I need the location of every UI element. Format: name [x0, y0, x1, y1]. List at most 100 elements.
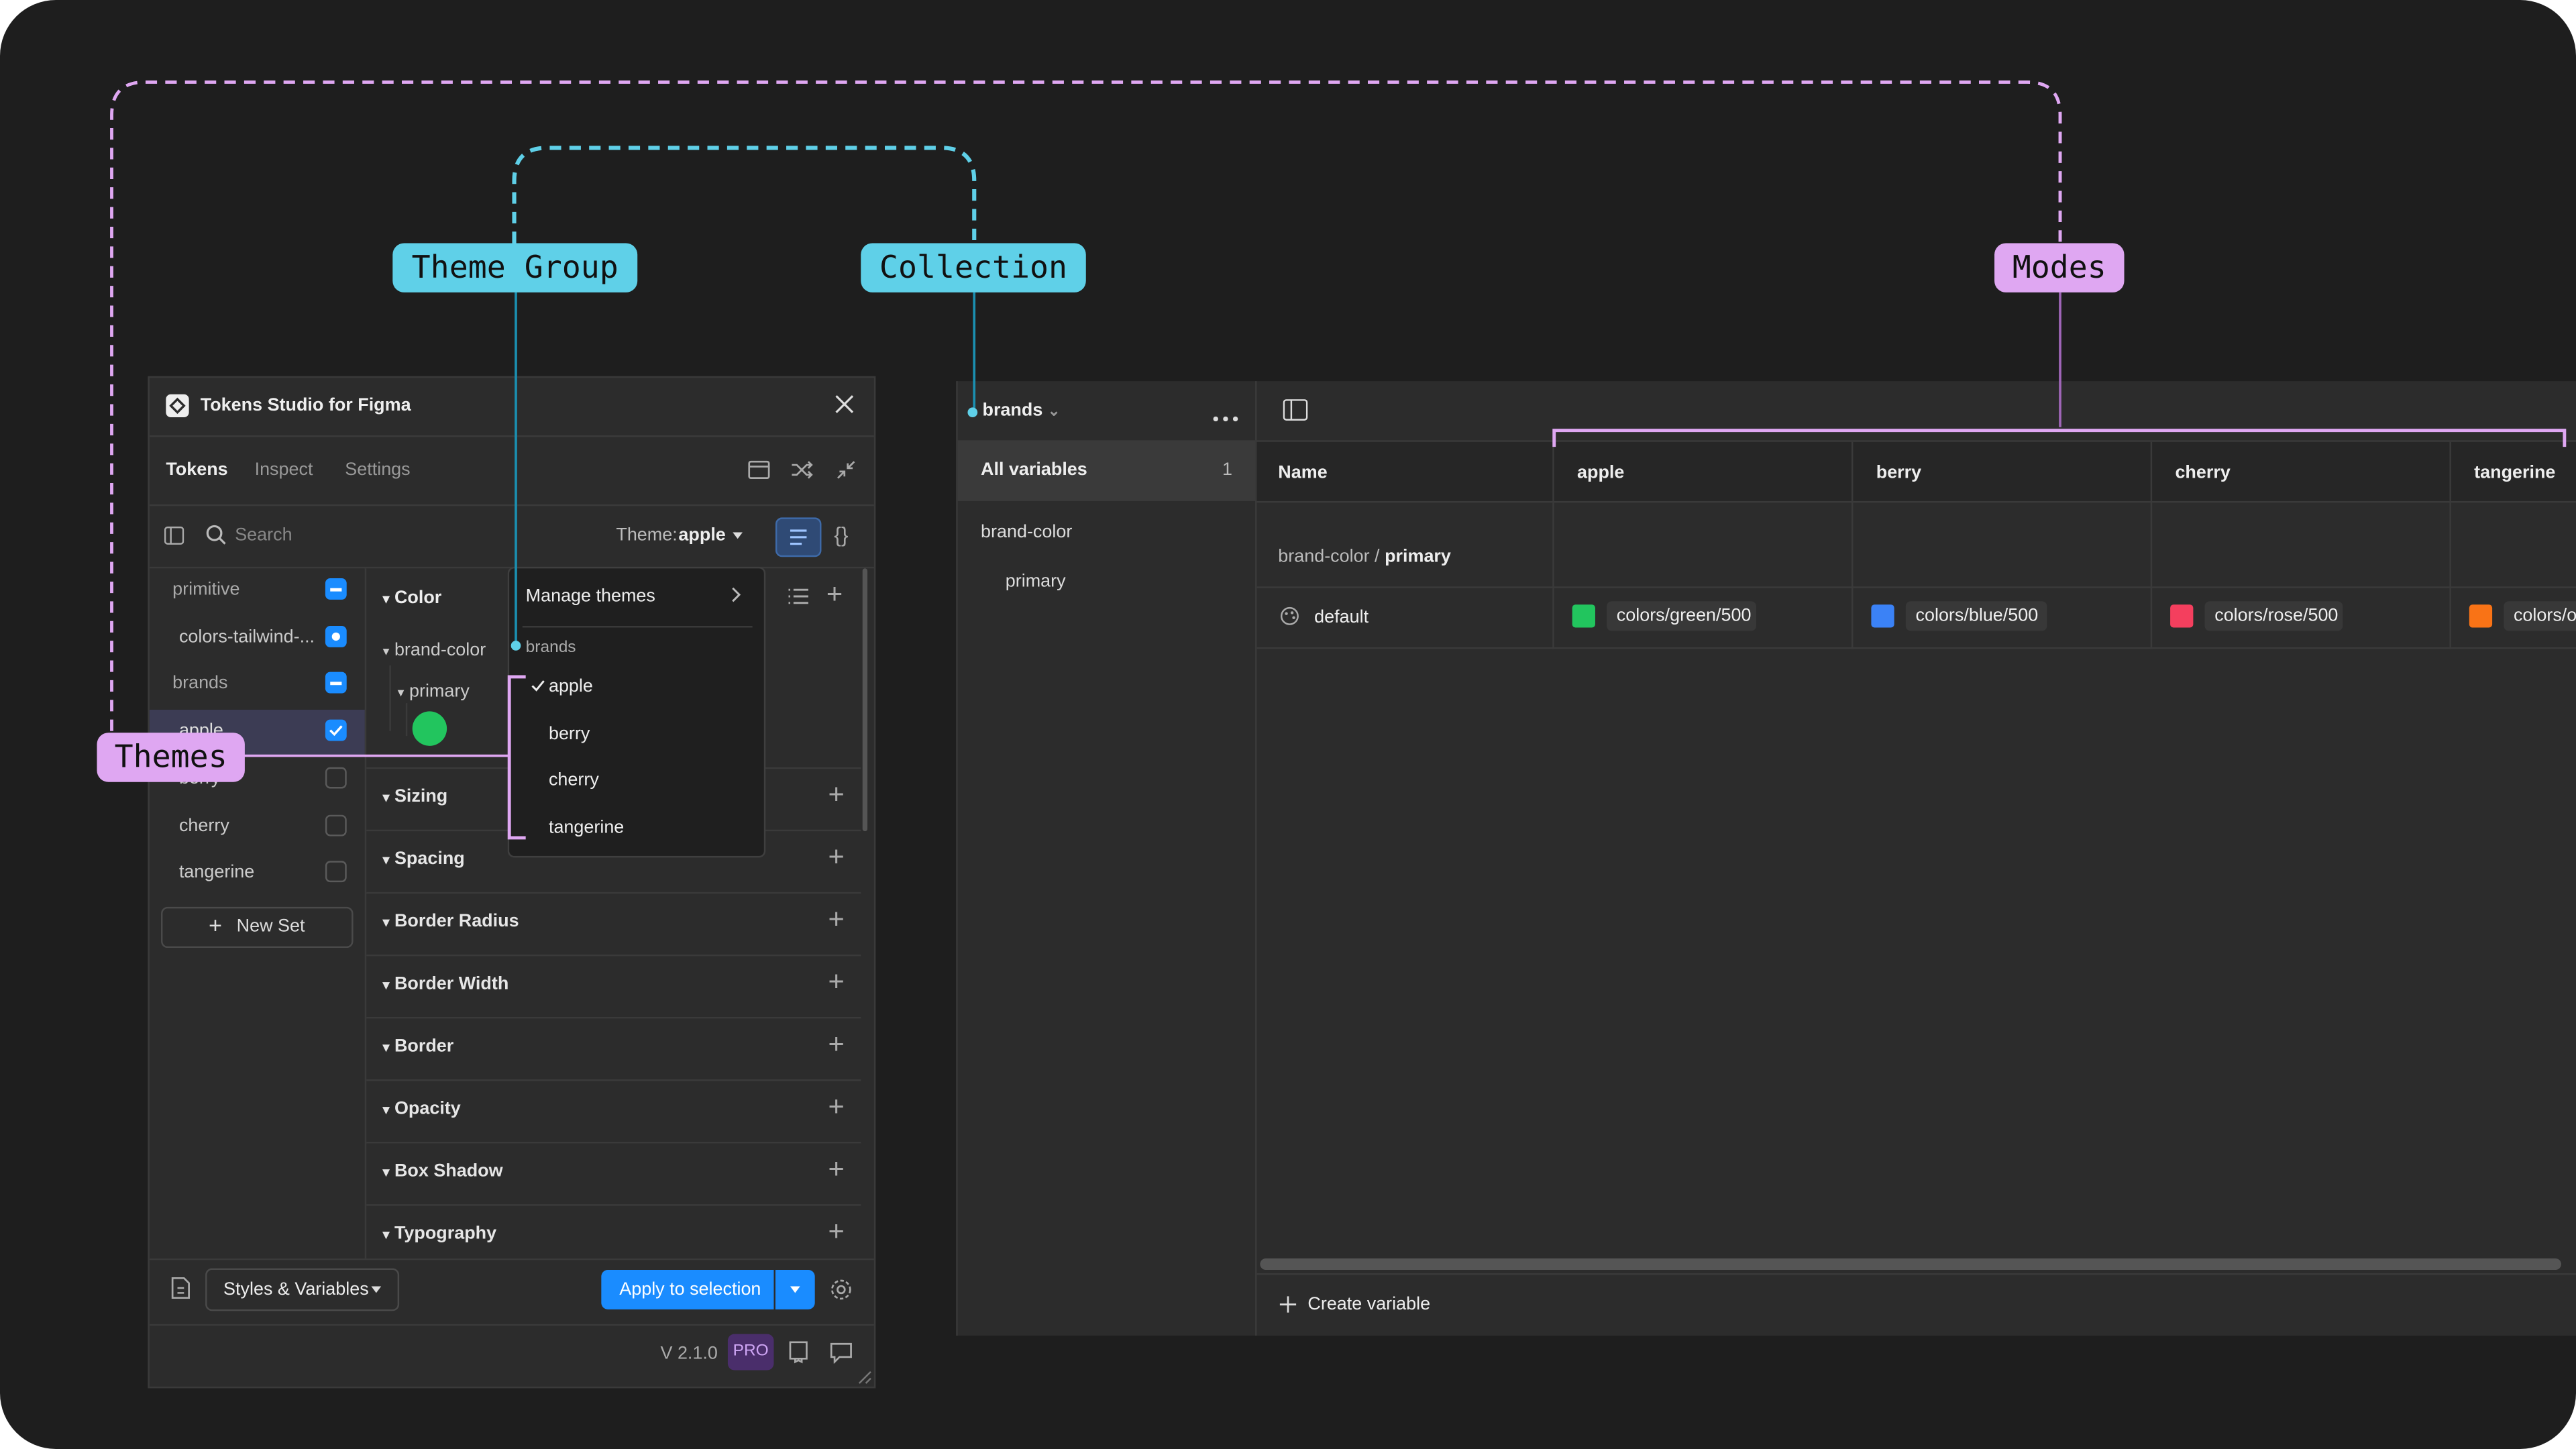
collection-selector[interactable]: brands ⌄ — [982, 401, 1060, 421]
value-alias-tangerine[interactable]: colors/orange/500 — [2504, 601, 2576, 631]
set-berry-checkbox[interactable] — [325, 767, 347, 789]
new-set-label: New Set — [236, 916, 305, 936]
value-swatch-cherry — [2170, 604, 2194, 628]
chevron-down-icon[interactable] — [733, 532, 743, 539]
tab-settings[interactable]: Settings — [345, 460, 410, 480]
set-brands-checkbox[interactable] — [325, 672, 347, 694]
list-view-button[interactable] — [775, 517, 822, 557]
section-typography[interactable]: ▾ Typography + — [366, 1204, 861, 1260]
breadcrumb: brand-color / primary — [1278, 547, 1451, 567]
scrollbar[interactable] — [862, 568, 868, 832]
section-box-shadow[interactable]: ▾ Box Shadow + — [366, 1142, 861, 1204]
column-mode-tangerine[interactable]: tangerine — [2474, 464, 2555, 483]
theme-dropdown: Manage themes brands apple berry cherry … — [507, 566, 766, 858]
section-border-radius[interactable]: ▾ Border Radius + — [366, 892, 861, 955]
apply-caret-icon — [790, 1286, 800, 1293]
add-typography-icon[interactable]: + — [828, 1216, 844, 1248]
set-tangerine[interactable]: tangerine — [179, 863, 254, 882]
section-color[interactable]: ▾ Color — [383, 588, 442, 608]
styles-variables-label: Styles & Variables — [223, 1279, 369, 1300]
column-mode-berry[interactable]: berry — [1876, 464, 1921, 483]
all-variables-label: All variables — [981, 460, 1087, 480]
column-mode-cherry[interactable]: cherry — [2175, 464, 2230, 483]
search-input[interactable]: Search — [235, 526, 292, 545]
column-mode-apple[interactable]: apple — [1577, 464, 1624, 483]
tab-inspect[interactable]: Inspect — [255, 460, 313, 480]
variable-default[interactable]: default — [1314, 608, 1368, 627]
gear-icon[interactable] — [830, 1278, 853, 1301]
callout-themes: Themes — [97, 733, 245, 782]
callout-modes: Modes — [1994, 243, 2125, 292]
set-apple-checkbox[interactable] — [325, 719, 347, 741]
add-box-shadow-icon[interactable]: + — [828, 1153, 844, 1186]
callout-collection: Collection — [861, 243, 1086, 292]
set-cherry-checkbox[interactable] — [325, 814, 347, 837]
group-primary-item[interactable]: primary — [1006, 572, 1066, 591]
add-border-icon[interactable]: + — [828, 1028, 844, 1061]
value-alias-berry[interactable]: colors/blue/500 — [1905, 601, 2047, 631]
set-cherry[interactable]: cherry — [179, 816, 229, 836]
add-border-radius-icon[interactable]: + — [828, 904, 844, 936]
all-variables-count: 1 — [1222, 460, 1233, 480]
plus-icon — [1279, 1296, 1297, 1313]
feedback-icon[interactable] — [830, 1340, 853, 1364]
set-tangerine-checkbox[interactable] — [325, 861, 347, 883]
plugin-header: Tokens Studio for Figma — [149, 378, 874, 437]
book-icon[interactable] — [789, 1340, 808, 1364]
tab-tokens[interactable]: Tokens — [166, 460, 227, 480]
theme-option-tangerine[interactable]: tangerine — [549, 818, 624, 838]
section-border-width[interactable]: ▾ Border Width + — [366, 954, 861, 1017]
color-token-swatch[interactable] — [412, 711, 447, 746]
app-logo-icon — [166, 394, 189, 418]
apply-options-button[interactable] — [775, 1270, 815, 1309]
close-icon[interactable] — [833, 392, 856, 415]
list-icon[interactable] — [787, 585, 810, 608]
group-brand-color-item[interactable]: brand-color — [981, 523, 1072, 542]
group-primary[interactable]: ▾ primary — [398, 682, 470, 701]
new-set-button[interactable]: + New Set — [161, 906, 354, 949]
theme-label: Theme: — [616, 525, 678, 546]
group-brand-color[interactable]: ▾ brand-color — [383, 641, 486, 660]
checkmark-icon — [531, 678, 545, 693]
set-colors-tailwind[interactable]: colors-tailwind-... — [179, 628, 315, 647]
value-alias-apple[interactable]: colors/green/500 — [1607, 601, 1756, 631]
value-alias-cherry[interactable]: colors/rose/500 — [2204, 601, 2343, 631]
more-icon[interactable] — [1212, 407, 1238, 422]
palette-icon — [1280, 606, 1299, 626]
plus-icon: + — [209, 912, 223, 938]
theme-option-apple[interactable]: apple — [549, 677, 593, 696]
window-icon[interactable] — [747, 458, 770, 481]
add-spacing-icon[interactable]: + — [828, 841, 844, 874]
theme-selector[interactable]: apple — [678, 526, 725, 545]
shuffle-icon[interactable] — [790, 458, 813, 481]
add-color-icon[interactable]: + — [826, 578, 843, 611]
manage-themes-item[interactable]: Manage themes — [526, 586, 655, 606]
section-border[interactable]: ▾ Border + — [366, 1016, 861, 1079]
styles-variables-dropdown[interactable]: Styles & Variables — [205, 1268, 400, 1311]
column-name: Name — [1278, 463, 1328, 483]
add-border-width-icon[interactable]: + — [828, 966, 844, 999]
apply-to-selection-button[interactable]: Apply to selection — [601, 1270, 774, 1309]
sidebar-toggle-icon[interactable] — [164, 526, 184, 545]
json-view-icon[interactable]: {} — [826, 521, 856, 550]
section-opacity[interactable]: ▾ Opacity + — [366, 1079, 861, 1142]
plugin-title: Tokens Studio for Figma — [200, 396, 411, 416]
horizontal-scrollbar[interactable] — [1260, 1258, 2561, 1271]
canvas: Theme Group Collection Modes Themes Toke… — [0, 0, 2576, 1449]
all-variables-item[interactable]: All variables 1 — [957, 440, 1256, 501]
value-swatch-berry — [1871, 604, 1894, 628]
theme-option-berry[interactable]: berry — [549, 724, 590, 744]
set-primitive-checkbox[interactable] — [325, 578, 347, 600]
panel-toggle-icon[interactable] — [1283, 399, 1308, 421]
resize-handle-icon[interactable] — [857, 1370, 872, 1385]
search-icon — [205, 524, 227, 545]
set-primitive[interactable]: primitive — [172, 580, 239, 599]
create-variable-button[interactable]: Create variable — [1307, 1295, 1430, 1314]
add-sizing-icon[interactable]: + — [828, 779, 844, 812]
set-brands[interactable]: brands — [172, 674, 227, 693]
theme-option-cherry[interactable]: cherry — [549, 771, 599, 790]
set-colors-tailwind-checkbox[interactable] — [325, 626, 347, 647]
file-icon[interactable] — [171, 1277, 191, 1299]
collapse-icon[interactable] — [835, 458, 857, 481]
add-opacity-icon[interactable]: + — [828, 1091, 844, 1124]
